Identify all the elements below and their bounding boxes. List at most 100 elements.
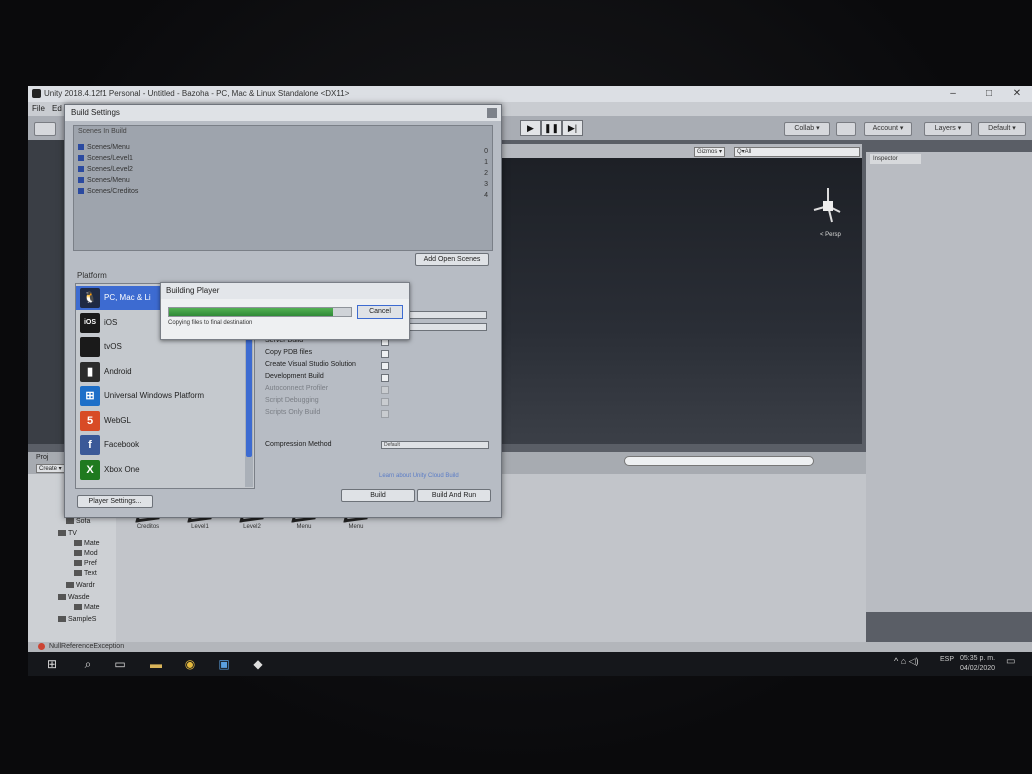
platform-item[interactable]: X Xbox One [76,458,244,482]
gizmos-dropdown[interactable]: Gizmos ▾ [694,147,726,157]
pause-button[interactable]: ❚❚ [541,120,562,136]
build-settings-title: Build Settings [71,108,120,117]
layout-dropdown[interactable]: Default ▾ [978,122,1026,136]
close-icon[interactable] [487,108,497,118]
cloud-build-link[interactable]: Learn about Unity Cloud Build [379,473,459,479]
progress-fill [169,308,333,316]
scene-view[interactable] [488,158,862,444]
platform-label: Android [104,366,132,376]
platform-label: tvOS [104,342,122,351]
tree-item[interactable]: SampleS [58,616,96,623]
hierarchy-panel [28,140,68,444]
checkbox-icon[interactable] [78,166,84,173]
chrome-icon[interactable]: ◉ [182,656,198,672]
tree-item[interactable]: Wasde [58,594,90,601]
tree-item[interactable]: Wardr [66,582,95,589]
platform-item[interactable]: ⊞ Universal Windows Platform [76,384,244,408]
tab-inspector[interactable]: Inspector [870,154,921,164]
tree-item[interactable]: Sofa [66,518,90,525]
maximize-button[interactable]: □ [976,86,1002,102]
tree-item[interactable]: Mod [74,550,98,557]
persp-label: < Persp [820,232,842,238]
build-option-checkbox[interactable] [381,374,389,382]
folder-icon [74,604,82,611]
error-icon [38,642,45,650]
build-option-checkbox[interactable] [381,362,389,370]
cancel-button[interactable]: Cancel [357,305,403,319]
windows-taskbar: ⊞ ⌕ ▭ ▬ ◉ ▣ ◆ ^ ⌂ ◁) ESP 05:35 p. m. 04/… [28,652,1032,676]
task-view-icon[interactable]: ▭ [112,656,128,672]
folder-icon [74,550,82,557]
tree-item[interactable]: Text [74,570,97,577]
folder-icon [66,582,74,589]
notification-icon[interactable]: ▭ [1006,656,1015,667]
unity-taskbar-icon[interactable]: ◆ [250,656,266,672]
scene-index: 0 [484,148,488,155]
build-settings-title-bar: Build Settings [65,105,501,121]
start-icon[interactable]: ⊞ [44,656,60,672]
build-and-run-button[interactable]: Build And Run [417,489,491,502]
platform-item[interactable]: ▮ Android [76,360,244,384]
app-icon[interactable]: ▣ [216,656,232,672]
folder-icon [58,616,66,623]
file-explorer-icon[interactable]: ▬ [148,656,164,672]
checkbox-icon[interactable] [78,155,84,162]
player-settings-button[interactable]: Player Settings... [77,495,153,508]
account-dropdown[interactable]: Account ▾ [864,122,912,136]
scene-row[interactable]: Scenes/Menu [78,177,130,184]
scenes-header: Scenes In Build [78,128,127,135]
scene-search-input[interactable]: Q▾All [734,147,860,157]
platform-label: Facebook [104,440,140,449]
status-bar[interactable]: NullReferenceException [28,642,1032,652]
xbox-icon: X [80,459,100,480]
checkbox-icon[interactable] [78,177,84,184]
tab-project[interactable]: Proj [36,454,48,461]
screen: Unity 2018.4.12f1 Personal - Untitled - … [28,86,1032,676]
tree-item[interactable]: Pref [74,560,97,567]
folder-icon [74,570,82,577]
scene-row[interactable]: Scenes/Creditos [78,188,138,195]
build-button[interactable]: Build [341,489,415,502]
project-search-input[interactable] [624,456,814,466]
hand-tool-button[interactable] [34,122,56,136]
apple-tv-icon [80,337,100,357]
checkbox-icon[interactable] [78,144,84,151]
tree-item[interactable]: Mate [74,540,100,547]
compression-dropdown[interactable]: Default [381,441,489,449]
create-dropdown[interactable]: Create ▾ [36,464,65,473]
tray-icons[interactable]: ^ ⌂ ◁) [894,656,919,667]
cloud-icon[interactable] [836,122,856,136]
scrollbar-thumb[interactable] [246,337,252,457]
close-button[interactable]: ✕ [1004,86,1030,102]
language-indicator[interactable]: ESP [940,656,954,663]
add-open-scenes-button[interactable]: Add Open Scenes [415,253,489,266]
tree-item[interactable]: Mate [74,604,100,611]
linux-icon: 🐧 [80,288,100,308]
scene-row[interactable]: Scenes/Level2 [78,166,133,173]
scene-index: 4 [484,192,488,199]
platform-item[interactable]: f Facebook [76,433,244,457]
scene-row[interactable]: Scenes/Level1 [78,155,133,162]
build-option-checkbox [381,410,389,418]
search-icon[interactable]: ⌕ [80,656,96,672]
menu-file[interactable]: File [32,102,45,116]
clock-time[interactable]: 05:35 p. m. [960,655,995,662]
play-controls: ▶ ❚❚ ▶| [520,120,584,136]
menu-edit[interactable]: Ed [52,102,62,116]
minimize-button[interactable]: – [940,86,966,102]
platform-item[interactable]: 5 WebGL [76,409,244,433]
compression-label: Compression Method [265,441,332,448]
checkbox-icon[interactable] [78,188,84,195]
scene-gizmo-icon[interactable]: < Persp [808,184,848,240]
inspector-panel: Inspector [866,152,1032,612]
layers-dropdown[interactable]: Layers ▾ [924,122,972,136]
play-button[interactable]: ▶ [520,120,541,136]
tree-item[interactable]: TV [58,530,77,537]
platform-label: iOS [104,317,118,327]
scene-row[interactable]: Scenes/Menu [78,144,130,151]
scene-index: 3 [484,181,488,188]
build-option-checkbox[interactable] [381,350,389,358]
clock-date[interactable]: 04/02/2020 [960,665,995,672]
collab-button[interactable]: Collab ▾ [784,122,830,136]
step-button[interactable]: ▶| [562,120,583,136]
